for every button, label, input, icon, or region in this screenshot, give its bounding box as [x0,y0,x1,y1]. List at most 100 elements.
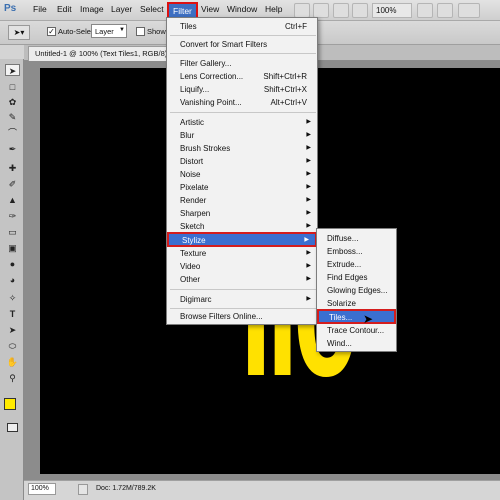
submenu-arrow-icon: ▶ [306,296,311,302]
eyedropper-tool-icon[interactable]: ✒ [5,143,20,155]
menu-item-texture[interactable]: Texture ▶ [167,247,317,260]
render-label: Render [180,196,207,205]
menu-view[interactable]: View [201,4,219,14]
menu-item-video[interactable]: Video ▶ [167,260,317,273]
history-brush-icon[interactable]: ✑ [5,210,20,222]
hand-tool-icon[interactable]: ✋ [5,356,20,368]
submenu-item-emboss[interactable]: Emboss... [317,245,396,258]
menu-item-vanishing-point[interactable]: Vanishing Point... Alt+Ctrl+V [167,96,317,109]
eraser-tool-icon[interactable]: ▭ [5,226,20,238]
chevron-down-icon: ▼ [119,27,125,33]
status-zoom-field[interactable]: 100% [28,483,56,495]
zoom-level-select[interactable]: 100% [372,3,412,18]
submenu-arrow-icon: ▶ [306,145,311,151]
last-filter-label: Tiles [180,22,197,31]
submenu-arrow-icon: ▶ [306,158,311,164]
pen-tool-icon[interactable]: ✧ [5,292,20,304]
submenu-item-tiles[interactable]: Tiles... [317,309,396,324]
distort-label: Distort [180,157,204,166]
crop-tool-icon[interactable]: ⌒ [5,127,20,139]
digimarc-label: Digimarc [180,295,212,304]
menu-divider [170,112,316,113]
move-tool-preset-icon[interactable]: ➤▾ [8,25,30,40]
menu-item-other[interactable]: Other ▶ [167,273,317,286]
menu-item-lens-correction[interactable]: Lens Correction... Shift+Ctrl+R [167,70,317,83]
vanishing-point-label: Vanishing Point... [180,98,242,107]
hand-tool-button[interactable] [352,3,368,18]
menu-item-browse-online[interactable]: Browse Filters Online... [167,310,317,323]
submenu-item-trace-contour[interactable]: Trace Contour... [317,324,396,337]
last-filter-shortcut: Ctrl+F [285,22,307,31]
submenu-arrow-icon: ▶ [306,171,311,177]
zoom-tool-icon[interactable]: ⚲ [5,372,20,384]
menu-file[interactable]: File [33,4,47,14]
quick-mask-icon[interactable] [7,423,18,432]
artistic-label: Artistic [180,118,204,127]
submenu-item-wind[interactable]: Wind... [317,337,396,350]
menu-item-artistic[interactable]: Artistic ▶ [167,116,317,129]
menu-item-noise[interactable]: Noise ▶ [167,168,317,181]
stylize-submenu: Diffuse... Emboss... Extrude... Find Edg… [316,228,397,352]
menu-item-stylize[interactable]: Stylize ▶ [167,232,317,247]
menu-item-render[interactable]: Render ▶ [167,194,317,207]
path-selection-icon[interactable]: ➤ [5,324,20,336]
menu-item-pixelate[interactable]: Pixelate ▶ [167,181,317,194]
menu-image[interactable]: Image [80,4,104,14]
submenu-arrow-icon: ▶ [306,197,311,203]
liquify-shortcut: Shift+Ctrl+X [263,85,307,94]
minibridge-button[interactable] [313,3,329,18]
submenu-item-find-edges[interactable]: Find Edges [317,271,396,284]
clone-stamp-icon[interactable]: ▲ [5,194,20,206]
brush-strokes-label: Brush Strokes [180,144,231,153]
move-tool-icon[interactable]: ➤ [5,64,20,76]
menu-item-filter-gallery[interactable]: Filter Gallery... [167,57,317,70]
submenu-arrow-icon: ▶ [306,250,311,256]
menu-help[interactable]: Help [265,4,282,14]
mouse-cursor-icon: ➤ [363,312,374,326]
submenu-item-diffuse[interactable]: Diffuse... [317,232,396,245]
window-controls[interactable] [458,3,480,18]
menu-window[interactable]: Window [227,4,257,14]
quick-select-tool-icon[interactable]: ✎ [5,111,20,123]
menu-item-sharpen[interactable]: Sharpen ▶ [167,207,317,220]
menu-select[interactable]: Select [140,4,164,14]
menu-divider [170,35,316,36]
blur-tool-icon[interactable]: ● [5,258,20,270]
screen-mode-button[interactable] [437,3,453,18]
menu-item-brush-strokes[interactable]: Brush Strokes ▶ [167,142,317,155]
document-tab[interactable]: Untitled-1 @ 100% (Text Tiles1, RGB/8) * [28,46,180,61]
menu-item-blur[interactable]: Blur ▶ [167,129,317,142]
menu-item-liquify[interactable]: Liquify... Shift+Ctrl+X [167,83,317,96]
texture-label: Texture [180,249,207,258]
arrange-documents-button[interactable] [417,3,433,18]
bridge-button[interactable] [294,3,310,18]
menu-item-last-filter[interactable]: Tiles Ctrl+F [167,20,317,33]
menu-item-digimarc[interactable]: Digimarc ▶ [167,293,317,306]
status-menu-button[interactable] [78,484,88,495]
menu-edit[interactable]: Edit [57,4,72,14]
sharpen-label: Sharpen [180,209,211,218]
dodge-tool-icon[interactable]: ◕ [5,274,20,286]
noise-label: Noise [180,170,201,179]
submenu-item-glowing-edges[interactable]: Glowing Edges... [317,284,396,297]
shape-tool-icon[interactable]: ⬭ [5,340,20,352]
menu-item-distort[interactable]: Distort ▶ [167,155,317,168]
stylize-label: Stylize [182,236,206,245]
healing-brush-icon[interactable]: ✚ [5,162,20,174]
view-extras-button[interactable] [333,3,349,18]
submenu-arrow-icon: ▶ [306,210,311,216]
submenu-item-extrude[interactable]: Extrude... [317,258,396,271]
gradient-tool-icon[interactable]: ▣ [5,242,20,254]
lasso-tool-icon[interactable]: ✿ [5,96,20,108]
brush-tool-icon[interactable]: ✐ [5,178,20,190]
marquee-tool-icon[interactable]: □ [5,81,20,93]
menu-divider [170,53,316,54]
type-tool-icon[interactable]: T [5,308,20,320]
other-label: Other [180,275,201,284]
menu-item-smart-filters[interactable]: Convert for Smart Filters [167,38,317,51]
show-transform-checkbox[interactable] [136,27,145,36]
menu-layer[interactable]: Layer [111,4,132,14]
liquify-label: Liquify... [180,85,210,94]
foreground-color-swatch[interactable] [4,398,16,410]
auto-select-checkbox[interactable]: ✓ [47,27,56,36]
